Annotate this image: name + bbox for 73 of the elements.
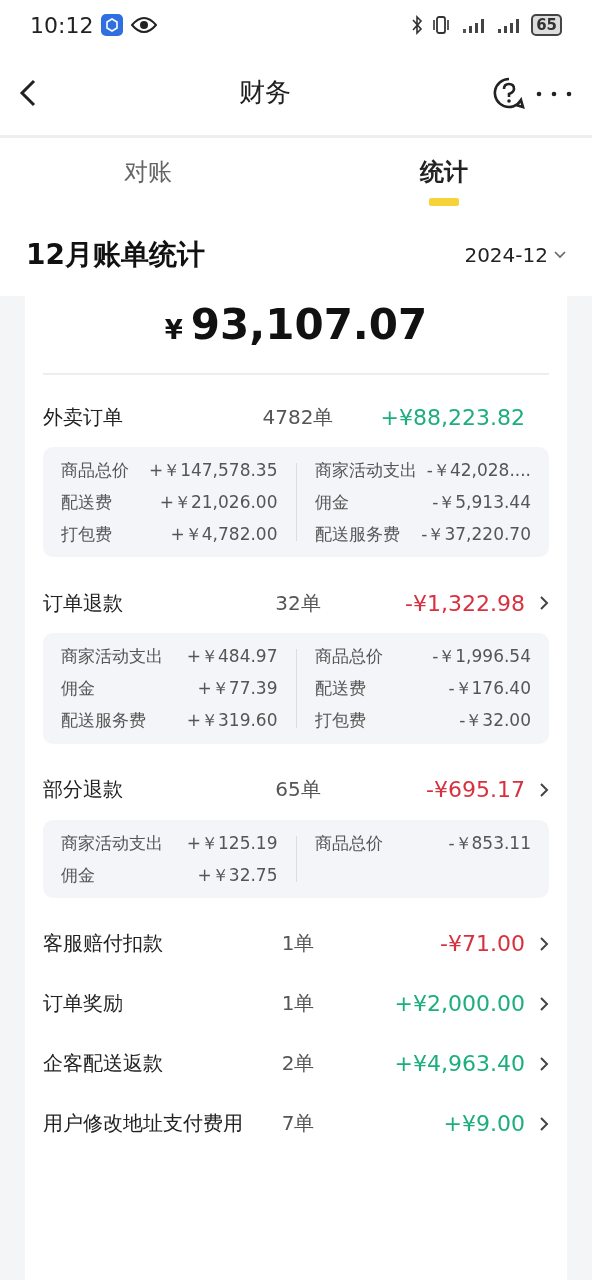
chevron-icon[interactable] — [539, 1115, 549, 1132]
vibrate-icon — [431, 15, 452, 35]
battery-level: 65 — [531, 14, 562, 36]
detail-value: -￥176.40 — [448, 677, 531, 700]
bill-title: 12月账单统计 — [26, 237, 205, 273]
detail-value: +￥32.75 — [197, 863, 278, 886]
detail-value: -￥5,913.44 — [432, 491, 531, 514]
order-count: 1单 — [280, 930, 316, 958]
category-name: 订单退款 — [43, 590, 124, 616]
detail-label: 佣金 — [314, 491, 350, 514]
chevron-icon[interactable] — [539, 781, 549, 798]
category-name: 用户修改地址支付费用 — [43, 1111, 243, 1137]
detail-value: -￥42,028.... — [426, 459, 531, 482]
category-amount: -¥71.00 — [439, 931, 525, 957]
category-name: 外卖订单 — [43, 404, 124, 430]
total-amount: 93,107.07 — [190, 300, 428, 349]
category-name: 客服赔付扣款 — [43, 931, 164, 957]
tab[interactable]: 对账 — [0, 138, 296, 218]
detail-label: 商家活动支出 — [61, 831, 164, 854]
detail-value: +￥21,026.00 — [159, 491, 278, 514]
detail-label: 配送费 — [314, 677, 367, 700]
category-amount: +¥2,000.00 — [393, 991, 525, 1017]
detail-value: +￥147,578.35 — [148, 459, 278, 482]
category-amount: -¥1,322.98 — [404, 590, 525, 616]
detail-value: +￥319.60 — [186, 709, 278, 732]
detail-label: 打包费 — [61, 523, 113, 546]
detail-label: 商家活动支出 — [314, 459, 418, 482]
order-count: 65单 — [274, 776, 322, 804]
detail-label: 配送服务费 — [314, 523, 401, 546]
chevron-icon[interactable] — [539, 1055, 549, 1072]
order-count: 4782单 — [261, 403, 335, 431]
category-name: 订单奖励 — [43, 991, 124, 1017]
order-count: 2单 — [280, 1050, 316, 1078]
category-name: 企客配送返款 — [43, 1051, 164, 1077]
detail-value: +￥77.39 — [197, 677, 278, 700]
detail-value: +￥484.97 — [186, 645, 278, 668]
detail-label: 商品总价 — [314, 645, 384, 668]
order-count: 7单 — [280, 1110, 316, 1138]
detail-value: -￥37,220.70 — [421, 523, 531, 546]
detail-value: -￥1,996.54 — [432, 645, 531, 668]
detail-value: -￥853.11 — [448, 831, 531, 854]
detail-label: 商品总价 — [61, 459, 130, 482]
detail-value: -￥32.00 — [459, 709, 531, 732]
status-time: 10:12 — [30, 12, 94, 38]
category-amount: +¥9.00 — [442, 1111, 525, 1137]
detail-value: +￥4,782.00 — [170, 523, 278, 546]
chevron-down-icon — [554, 251, 566, 259]
currency-symbol: ¥ — [164, 315, 183, 345]
category-amount: +¥88,223.82 — [379, 404, 525, 430]
detail-label: 配送服务费 — [61, 709, 147, 732]
page-title: 财务 — [238, 76, 292, 109]
category-amount: -¥695.17 — [425, 777, 525, 803]
back-icon — [18, 77, 38, 108]
month-picker[interactable]: 2024-12 — [464, 243, 566, 267]
category-amount: +¥4,963.40 — [393, 1051, 525, 1077]
bluetooth-icon — [411, 15, 424, 35]
help-icon — [492, 75, 526, 110]
chevron-icon[interactable] — [539, 995, 549, 1012]
detail-label: 商家活动支出 — [61, 645, 164, 668]
app-icon — [101, 14, 124, 36]
detail-label: 打包费 — [314, 709, 367, 732]
eye-icon — [131, 16, 158, 34]
detail-label: 商品总价 — [314, 831, 384, 854]
chevron-icon[interactable] — [539, 935, 549, 952]
detail-label: 佣金 — [61, 863, 96, 886]
detail-label: 配送费 — [61, 491, 113, 514]
order-count: 1单 — [280, 990, 316, 1018]
chevron-icon[interactable] — [539, 595, 549, 612]
category-name: 部分退款 — [43, 777, 124, 803]
detail-label: 佣金 — [61, 677, 96, 700]
tab[interactable]: 统计 — [296, 138, 592, 218]
order-count: 32单 — [274, 589, 322, 617]
detail-value: +￥125.19 — [186, 831, 278, 854]
